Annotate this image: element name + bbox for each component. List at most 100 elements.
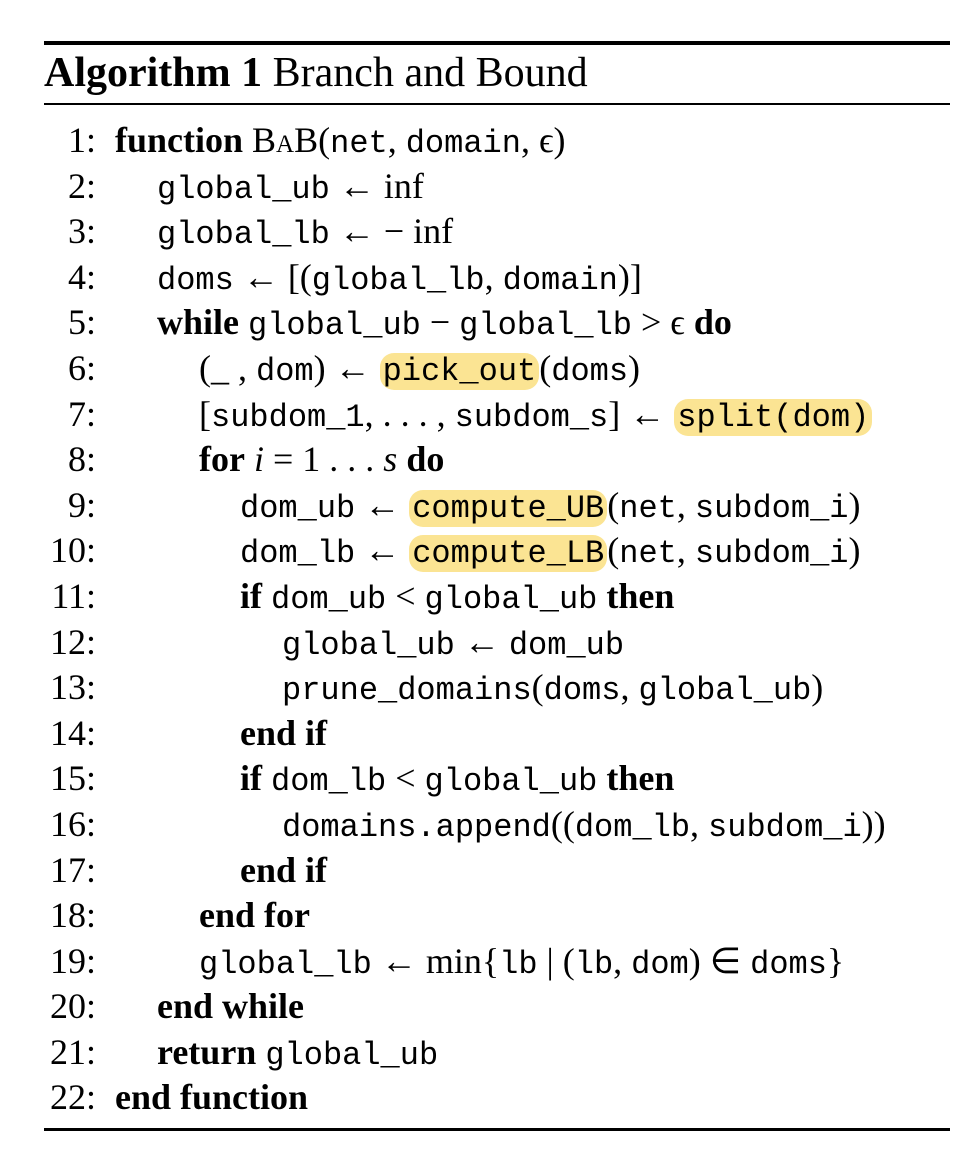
algorithm-line: 18: end for bbox=[0, 893, 974, 939]
code-token: dom_lb bbox=[271, 763, 387, 801]
keyword: end while bbox=[157, 986, 305, 1027]
code-token: , bbox=[676, 484, 695, 525]
keyword: then bbox=[606, 758, 675, 799]
code-token: ( bbox=[607, 484, 620, 525]
code-token: ) ← bbox=[313, 347, 380, 388]
code-token: BaB bbox=[252, 120, 319, 160]
line-number: 6: bbox=[67, 347, 96, 388]
keyword: end if bbox=[240, 849, 328, 890]
code-token: subdom_i bbox=[694, 489, 849, 527]
algorithm-line: 13: prune_domains(doms, global_ub) bbox=[0, 665, 974, 711]
code-token: [ bbox=[199, 393, 211, 434]
keyword: if bbox=[240, 575, 262, 616]
code-token: , bbox=[387, 120, 406, 160]
keyword: end function bbox=[115, 1077, 309, 1118]
line-content: for i = 1 . . . s do bbox=[199, 437, 444, 483]
code-token: , . . . , bbox=[364, 393, 455, 434]
code-token: ) bbox=[811, 667, 824, 708]
keyword: for bbox=[199, 439, 245, 480]
line-content: doms ← [(global_lb, domain)] bbox=[157, 255, 642, 304]
code-token: global_lb bbox=[311, 261, 485, 299]
algorithm-line: 15: if dom_lb < global_ub then bbox=[0, 756, 974, 802]
code-token: dom bbox=[631, 945, 689, 983]
line-number: 9: bbox=[67, 484, 96, 525]
code-token: ← min{ bbox=[371, 940, 500, 981]
keyword: end if bbox=[240, 712, 328, 753]
code-token: ← − inf bbox=[329, 211, 454, 252]
line-content: [subdom_1, . . . , subdom_s] ← split(dom… bbox=[199, 392, 873, 441]
code-token: doms bbox=[157, 261, 234, 299]
line-number: 20: bbox=[49, 986, 96, 1027]
code-token: } bbox=[826, 940, 845, 981]
code-token: dom_ub bbox=[240, 489, 356, 527]
code-token: domains.append bbox=[282, 808, 551, 846]
code-token: domain bbox=[405, 125, 521, 162]
algorithm-line: 14: end if bbox=[0, 711, 974, 757]
highlighted-function: compute_UB bbox=[409, 489, 608, 527]
code-token: subdom_i bbox=[694, 535, 849, 573]
algorithm-line: 16: domains.append((dom_lb, subdom_i)) bbox=[0, 802, 974, 848]
line-content: end while bbox=[157, 984, 304, 1030]
code-token: global_ub bbox=[424, 580, 598, 618]
code-token: s bbox=[383, 439, 398, 480]
line-content: dom_ub ← compute_UB(net, subdom_i) bbox=[240, 483, 860, 532]
algorithm-label: Algorithm 1 bbox=[44, 50, 263, 96]
code-token: = 1 . . . bbox=[263, 439, 384, 480]
code-token: | ( bbox=[537, 940, 575, 981]
line-number: 15: bbox=[49, 758, 96, 799]
algorithm-line: 20: end while bbox=[0, 984, 974, 1030]
line-content: if dom_ub < global_ub then bbox=[240, 574, 674, 623]
algorithm-line: 11: if dom_ub < global_ub then bbox=[0, 574, 974, 620]
code-token: subdom_s bbox=[454, 398, 609, 436]
algorithm-line: 21: return global_ub bbox=[0, 1030, 974, 1076]
code-token: dom bbox=[256, 352, 314, 390]
line-content: return global_ub bbox=[157, 1030, 438, 1079]
code-token: , bbox=[690, 803, 709, 844]
code-token: ← bbox=[355, 530, 410, 571]
line-content: global_lb ← − inf bbox=[157, 209, 453, 258]
code-token: , ϵ) bbox=[520, 120, 566, 160]
line-content: domains.append((dom_lb, subdom_i)) bbox=[282, 802, 886, 851]
code-token: ← bbox=[454, 621, 509, 662]
highlighted-function: split(dom) bbox=[674, 398, 873, 436]
line-content: end if bbox=[240, 711, 327, 757]
line-content: end for bbox=[199, 893, 310, 939]
code-token: (( bbox=[550, 803, 575, 844]
code-token: , bbox=[676, 530, 695, 571]
code-token: global_ub bbox=[157, 170, 330, 208]
code-token: , bbox=[484, 256, 503, 297]
algorithm-line: 12: global_ub ← dom_ub bbox=[0, 620, 974, 666]
line-content: global_ub ← inf bbox=[157, 164, 424, 213]
code-token: subdom_i bbox=[708, 808, 862, 846]
code-token: doms bbox=[543, 672, 621, 710]
keyword: end for bbox=[199, 895, 310, 936]
code-token: < bbox=[386, 758, 425, 799]
code-token: global_ub bbox=[248, 307, 421, 345]
code-token: lb bbox=[499, 945, 538, 983]
code-token: dom_ub bbox=[271, 580, 387, 618]
line-content: global_ub ← dom_ub bbox=[282, 620, 624, 669]
code-token: − bbox=[420, 302, 460, 343]
line-content: prune_domains(doms, global_ub) bbox=[282, 665, 823, 714]
line-number: 3: bbox=[67, 211, 96, 252]
algorithm-line: 4: doms ← [(global_lb, domain)] bbox=[0, 255, 974, 301]
bottom-rule bbox=[44, 1128, 950, 1131]
line-number: 11: bbox=[51, 575, 96, 616]
code-token: domain bbox=[502, 261, 618, 299]
line-number: 4: bbox=[67, 256, 96, 297]
code-token: , bbox=[620, 667, 639, 708]
code-token: global_ub bbox=[282, 626, 455, 664]
code-token: ( bbox=[318, 120, 331, 160]
code-token: net bbox=[330, 125, 388, 162]
keyword: while bbox=[157, 302, 240, 343]
highlighted-function: pick_out bbox=[379, 352, 540, 390]
code-token: doms bbox=[750, 945, 827, 983]
algorithm-line: 1: function BaB(net, domain, ϵ) bbox=[0, 118, 974, 164]
algorithm-line: 5: while global_ub − global_lb > ϵ do bbox=[0, 300, 974, 346]
line-content: while global_ub − global_lb > ϵ do bbox=[157, 300, 732, 349]
